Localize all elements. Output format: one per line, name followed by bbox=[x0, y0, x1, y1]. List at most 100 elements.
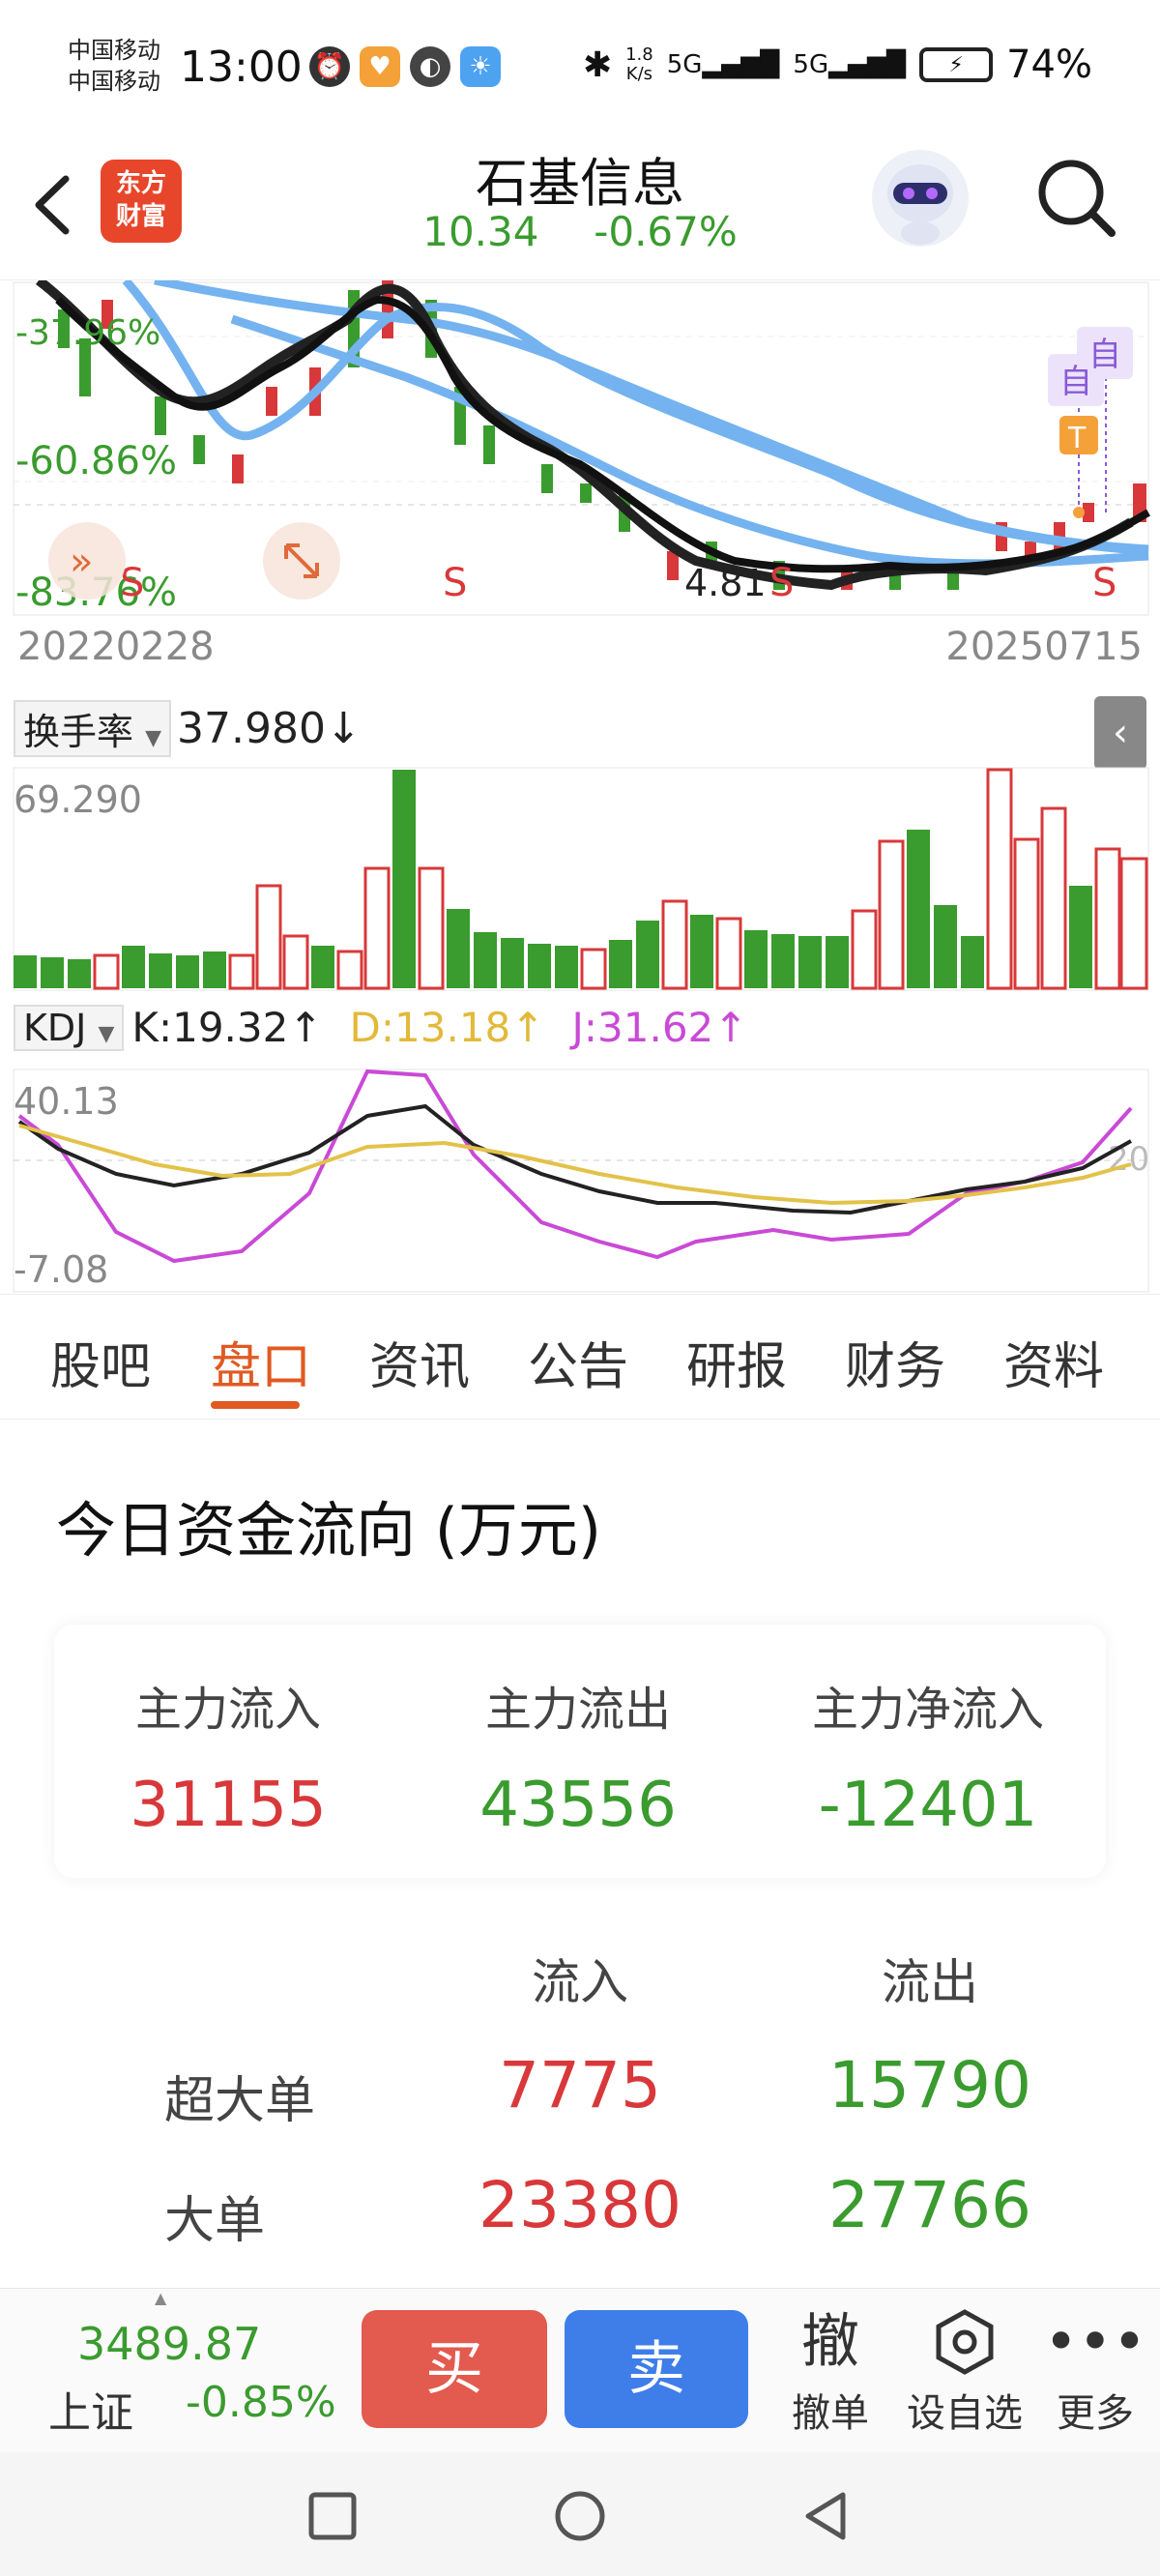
self-select-marker-2: 自 bbox=[1088, 336, 1121, 374]
low-price-label: 4.81 bbox=[684, 562, 767, 604]
tab-pankou[interactable]: 盘口 bbox=[211, 1326, 311, 1398]
more-dots-icon: ••• bbox=[1043, 2308, 1147, 2376]
turnover-selector-label: 换手率 bbox=[23, 711, 134, 753]
buy-button[interactable]: 买 bbox=[362, 2310, 547, 2428]
recent-apps-button[interactable] bbox=[307, 2491, 358, 2541]
kdj-d-value: D:13.18↑ bbox=[350, 1004, 545, 1051]
home-button[interactable] bbox=[553, 2489, 607, 2543]
main-outflow-value: 43556 bbox=[479, 1770, 677, 1841]
tab-research[interactable]: 研报 bbox=[686, 1326, 787, 1398]
weather-icon: ☀ bbox=[460, 46, 501, 87]
battery-icon: ⚡ bbox=[919, 47, 994, 82]
watchlist-icon bbox=[905, 2302, 1025, 2382]
heart-app-icon: ♥ bbox=[360, 46, 400, 87]
logo-line1: 东方 bbox=[115, 169, 166, 198]
kdj-upper-label: 40.13 bbox=[14, 1080, 119, 1123]
kdj-chart[interactable]: 40.13 -7.08 20 bbox=[0, 1068, 1160, 1294]
robot-avatar-graphic bbox=[887, 164, 953, 245]
super-large-inflow: 7775 bbox=[499, 2048, 661, 2122]
stock-name: 石基信息 bbox=[476, 153, 684, 214]
eastmoney-logo[interactable]: 东方 财富 bbox=[101, 160, 182, 243]
stock-header: 东方 财富 石基信息 10.34 -0.67% bbox=[0, 140, 1160, 280]
turnover-chart[interactable]: 69.290 bbox=[0, 766, 1160, 992]
turnover-value-text: 37.980 bbox=[177, 704, 326, 753]
kdj-j-text: J:31.62 bbox=[571, 1004, 714, 1051]
main-outflow-label: 主力流出 bbox=[484, 1683, 671, 1737]
back-nav-button[interactable] bbox=[800, 2489, 851, 2543]
row-label-large: 大单 bbox=[164, 2192, 266, 2250]
index-value: 3489.87 bbox=[77, 2318, 262, 2370]
main-inflow-label: 主力流入 bbox=[134, 1683, 321, 1737]
more-button[interactable]: ••• 更多 bbox=[1042, 2302, 1148, 2438]
stock-quote: 10.34 -0.67% bbox=[387, 208, 773, 255]
kdj-selector-label: KDJ bbox=[23, 1006, 87, 1049]
dropdown-icon: ▼ bbox=[98, 1021, 115, 1046]
cancel-order-label: 撤单 bbox=[792, 2391, 869, 2436]
pct-label-1: -37.96% bbox=[15, 313, 160, 353]
notification-icons: ⏰ ♥ ◐ ☀ bbox=[309, 46, 501, 87]
net-speed: 1.8 K/s bbox=[625, 45, 653, 84]
caret-up-icon: ▲ bbox=[155, 2289, 167, 2307]
watchlist-label: 设自选 bbox=[907, 2391, 1023, 2436]
large-inflow: 23380 bbox=[478, 2168, 682, 2242]
status-time: 13:00 bbox=[180, 43, 303, 92]
search-button[interactable] bbox=[1032, 154, 1119, 241]
sell-marker: S bbox=[443, 561, 467, 605]
search-icon bbox=[1038, 160, 1116, 237]
tab-news[interactable]: 资讯 bbox=[369, 1326, 470, 1398]
main-inflow: 主力流入 31155 bbox=[54, 1671, 402, 1841]
robot-assistant-icon[interactable] bbox=[872, 150, 969, 247]
main-net-inflow: 主力净流入 -12401 bbox=[754, 1671, 1102, 1841]
kline-chart[interactable]: 自 自 T -37.96% -60.86% -83.76% S S S S 4.… bbox=[0, 280, 1160, 617]
main-outflow: 主力流出 43556 bbox=[404, 1671, 752, 1841]
outflow-header: 流出 bbox=[882, 1954, 978, 2010]
bluetooth-icon: ✱ bbox=[582, 44, 613, 85]
chevron-left-icon bbox=[35, 175, 70, 235]
signal-5g-icon-2: 5G▂▄▆█ bbox=[793, 50, 907, 79]
tab-guba[interactable]: 股吧 bbox=[50, 1326, 151, 1398]
collapse-panel-button[interactable]: ‹ bbox=[1094, 696, 1146, 770]
sell-button[interactable]: 卖 bbox=[565, 2310, 748, 2428]
kdj-d-text: D:13.18 bbox=[349, 1004, 511, 1051]
tab-announcements[interactable]: 公告 bbox=[528, 1326, 628, 1398]
alarm-icon: ⏰ bbox=[309, 46, 350, 87]
main-inflow-value: 31155 bbox=[130, 1770, 327, 1841]
dropdown-icon: ▼ bbox=[145, 726, 162, 750]
chart-start-date: 20220228 bbox=[17, 625, 215, 669]
sell-marker: S bbox=[1092, 561, 1116, 605]
carrier-1: 中国移动 bbox=[68, 37, 160, 64]
main-flow-summary-card: 主力流入 31155 主力流出 43556 主力净流入 -12401 bbox=[54, 1625, 1106, 1878]
sell-marker: S bbox=[769, 561, 794, 605]
active-tab-indicator bbox=[211, 1401, 300, 1409]
signal-5g-icon-1: 5G▂▄▆█ bbox=[666, 50, 780, 79]
cancel-order-icon: 撤 bbox=[801, 2308, 859, 2376]
bottom-trade-bar: ▲ 3489.87 上证 -0.85% 买 卖 撤 撤单 设自选 ••• 更多 bbox=[0, 2288, 1160, 2452]
turnover-selector[interactable]: 换手率 ▼ bbox=[14, 700, 172, 757]
stock-price: 10.34 bbox=[422, 208, 539, 255]
add-watchlist-button[interactable]: 设自选 bbox=[905, 2302, 1025, 2438]
kdj-k-value: K:19.32↑ bbox=[131, 1004, 322, 1051]
self-select-marker-1: 自 bbox=[1059, 363, 1092, 401]
stock-change: -0.67% bbox=[594, 208, 738, 255]
index-change: -0.85% bbox=[186, 2378, 336, 2427]
chevron-left-icon: ‹ bbox=[1113, 711, 1128, 755]
arrow-up-icon: ↑ bbox=[510, 1004, 545, 1051]
tab-profile[interactable]: 资料 bbox=[1003, 1326, 1104, 1398]
inflow-header: 流入 bbox=[532, 1954, 628, 2010]
kdj-selector[interactable]: KDJ ▼ bbox=[14, 1004, 125, 1051]
carrier-2: 中国移动 bbox=[68, 68, 160, 95]
cancel-order-button[interactable]: 撤 撤单 bbox=[777, 2302, 884, 2438]
chart-end-date: 20250715 bbox=[945, 625, 1143, 669]
arrow-up-icon: ↑ bbox=[288, 1004, 323, 1051]
kdj-ref-label: 20 bbox=[1108, 1140, 1149, 1179]
arrow-down-icon: ↓ bbox=[326, 704, 362, 753]
row-label-super-large: 超大单 bbox=[164, 2072, 316, 2130]
arrow-up-icon: ↑ bbox=[713, 1004, 748, 1051]
back-button[interactable] bbox=[27, 161, 85, 249]
tab-finance[interactable]: 财务 bbox=[845, 1326, 945, 1398]
chart-area: 自 自 T -37.96% -60.86% -83.76% S S S S 4.… bbox=[0, 280, 1160, 1294]
index-name: 上证 bbox=[48, 2388, 133, 2438]
kdj-j-value: J:31.62↑ bbox=[571, 1004, 747, 1051]
kdj-k-text: K:19.32 bbox=[131, 1004, 289, 1051]
net-speed-unit: K/s bbox=[625, 64, 653, 84]
